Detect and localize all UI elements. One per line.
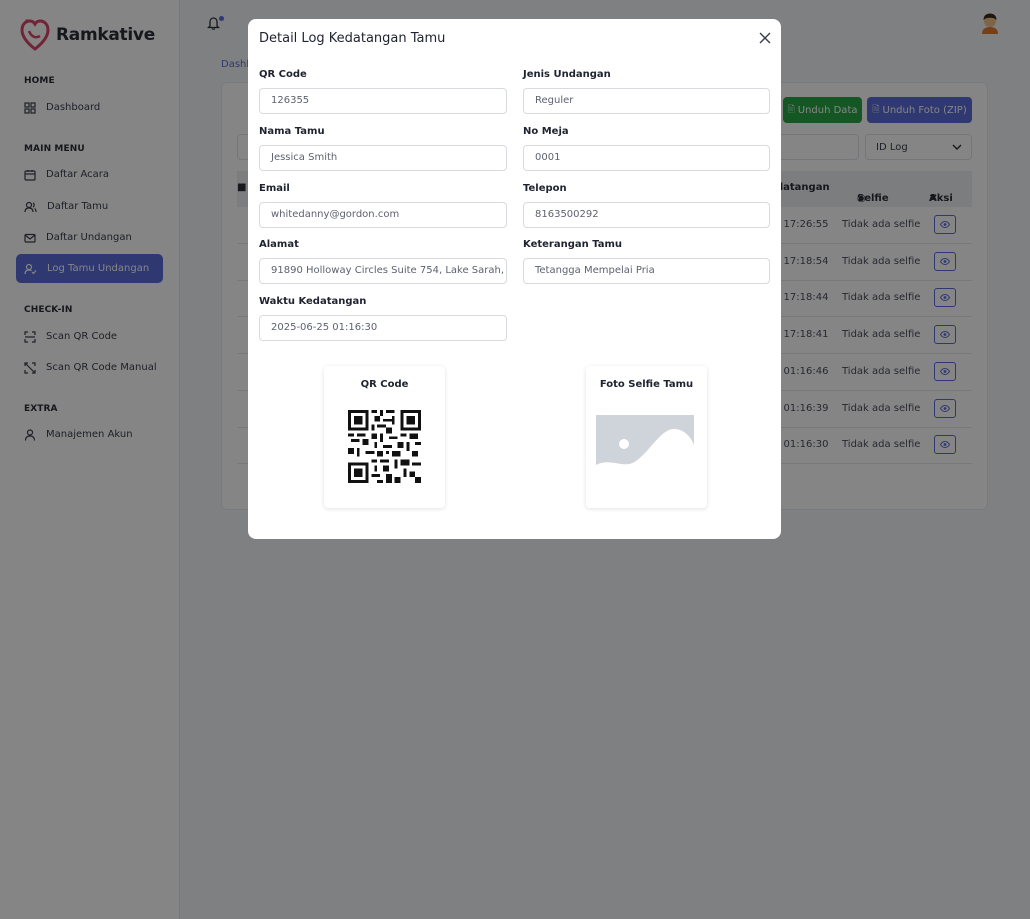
phone-field[interactable]: 8163500292 bbox=[523, 202, 770, 228]
guest-name-label: Nama Tamu bbox=[259, 126, 325, 137]
qr-code-image bbox=[348, 410, 421, 483]
qr-code-panel: QR Code bbox=[324, 366, 445, 508]
guest-note-label: Keterangan Tamu bbox=[523, 239, 623, 250]
guest-name-field[interactable]: Jessica Smith bbox=[259, 145, 507, 171]
guest-note-field[interactable]: Tetangga Mempelai Pria bbox=[523, 258, 770, 284]
qr-code-field[interactable]: 126355 bbox=[259, 88, 507, 114]
selfie-panel-title: Foto Selfie Tamu bbox=[599, 379, 694, 390]
qr-code-label: QR Code bbox=[259, 69, 307, 80]
qr-panel-title: QR Code bbox=[360, 379, 409, 390]
table-no-field[interactable]: 0001 bbox=[523, 145, 770, 171]
email-label: Email bbox=[259, 183, 290, 194]
arrival-time-field[interactable]: 2025-06-25 01:16:30 bbox=[259, 315, 507, 341]
invite-type-label: Jenis Undangan bbox=[523, 69, 611, 80]
close-icon[interactable] bbox=[759, 32, 771, 44]
modal-title: Detail Log Kedatangan Tamu bbox=[259, 31, 446, 46]
email-field[interactable]: whitedanny@gordon.com bbox=[259, 202, 507, 228]
arrival-time-label: Waktu Kedatangan bbox=[259, 296, 367, 307]
image-placeholder-icon bbox=[596, 415, 694, 480]
table-no-label: No Meja bbox=[523, 126, 569, 137]
selfie-panel: Foto Selfie Tamu bbox=[586, 366, 707, 508]
address-label: Alamat bbox=[259, 239, 299, 250]
invite-type-field[interactable]: Reguler bbox=[523, 88, 770, 114]
detail-modal: Detail Log Kedatangan Tamu QR Code 12635… bbox=[248, 19, 781, 539]
address-field[interactable]: 91890 Holloway Circles Suite 754, Lake S… bbox=[259, 258, 507, 284]
phone-label: Telepon bbox=[523, 183, 567, 194]
